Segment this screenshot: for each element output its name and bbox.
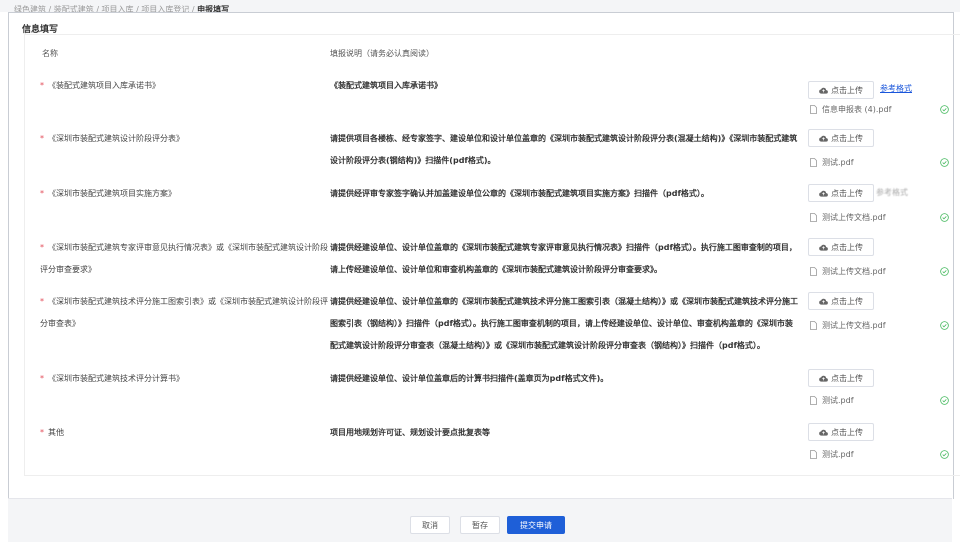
row-description: 项目用地规划许可证、规划设计要点批复表等: [330, 428, 490, 437]
file-name: 测试.pdf: [822, 158, 854, 167]
file-icon: [810, 158, 817, 167]
row-name: * 《深圳市装配式建筑设计阶段评分表》: [40, 128, 330, 150]
upload-button-label: 点击上传: [831, 373, 863, 383]
uploaded-file[interactable]: 测试.pdf: [810, 395, 854, 406]
required-mark: *: [40, 81, 44, 90]
row-name-text: 《深圳市装配式建筑项目实施方案》: [48, 189, 176, 198]
upload-button[interactable]: 点击上传: [808, 423, 874, 441]
cloud-upload-icon: [819, 244, 828, 251]
upload-button[interactable]: 点击上传: [808, 292, 874, 310]
uploaded-file[interactable]: 测试上传文档.pdf: [810, 212, 886, 223]
upload-button-label: 点击上传: [831, 296, 863, 306]
row-name-text: 《装配式建筑项目入库承诺书》: [48, 81, 160, 90]
upload-button[interactable]: 点击上传: [808, 184, 874, 202]
success-check-icon: [940, 396, 949, 405]
upload-button-label: 点击上传: [831, 427, 863, 437]
row-name: * 其他: [40, 422, 330, 444]
uploaded-file[interactable]: 测试上传文档.pdf: [810, 266, 886, 277]
cancel-button[interactable]: 取消: [410, 516, 450, 534]
reference-format-link[interactable]: 参考格式: [880, 83, 912, 94]
row-name-text: 《深圳市装配式建筑设计阶段评分表》: [48, 134, 184, 143]
row-description: 《装配式建筑项目入库承诺书》: [330, 81, 442, 90]
required-mark: *: [40, 297, 44, 306]
submit-application-button[interactable]: 提交申请: [507, 516, 565, 534]
file-icon: [810, 213, 817, 222]
row-description: 请提供经建设单位、设计单位盖章的《深圳市装配式建筑技术评分施工图索引表（混凝土结…: [330, 297, 798, 350]
cloud-upload-icon: [819, 135, 828, 142]
file-icon: [810, 396, 817, 405]
required-mark: *: [40, 428, 44, 437]
required-mark: *: [40, 134, 44, 143]
row-name-text: 《深圳市装配式建筑技术评分施工图索引表》或《深圳市装配式建筑设计阶段评分审查表》: [40, 297, 328, 328]
row-name: * 《深圳市装配式建筑技术评分计算书》: [40, 368, 330, 390]
reference-format-link[interactable]: 参考格式: [876, 187, 908, 198]
file-name: 测试.pdf: [822, 396, 854, 405]
row-name: * 《深圳市装配式建筑专家评审意见执行情况表》或《深圳市装配式建筑设计阶段评分审查…: [40, 237, 330, 281]
success-check-icon: [940, 213, 949, 222]
cloud-upload-icon: [819, 429, 828, 436]
row-name: * 《深圳市装配式建筑项目实施方案》: [40, 183, 330, 205]
success-check-icon: [940, 450, 949, 459]
row-description: 请提供项目各楼栋、经专家签字、建设单位和设计单位盖章的《深圳市装配式建筑设计阶段…: [330, 134, 798, 165]
success-check-icon: [940, 267, 949, 276]
uploaded-file[interactable]: 测试上传文档.pdf: [810, 320, 886, 331]
cloud-upload-icon: [819, 87, 828, 94]
success-check-icon: [940, 105, 949, 114]
uploaded-file[interactable]: 测试.pdf: [810, 449, 854, 460]
upload-button-label: 点击上传: [831, 242, 863, 252]
success-check-icon: [940, 158, 949, 167]
required-mark: *: [40, 189, 44, 198]
required-mark: *: [40, 243, 44, 252]
uploaded-file[interactable]: 测试.pdf: [810, 157, 854, 168]
row-description: 请提供经建设单位、设计单位盖章的《深圳市装配式建筑专家评审意见执行情况表》扫描件…: [330, 243, 797, 274]
column-header-description: 填报说明（请务必认真阅读）: [330, 49, 434, 58]
cloud-upload-icon: [819, 375, 828, 382]
row-name-text: 《深圳市装配式建筑专家评审意见执行情况表》或《深圳市装配式建筑设计阶段评分审查要…: [40, 243, 328, 274]
file-name: 测试上传文档.pdf: [822, 321, 886, 330]
upload-button[interactable]: 点击上传: [808, 369, 874, 387]
cloud-upload-icon: [819, 298, 828, 305]
column-header-name: 名称: [42, 49, 58, 58]
row-name: * 《深圳市装配式建筑技术评分施工图索引表》或《深圳市装配式建筑设计阶段评分审查表…: [40, 291, 330, 335]
cloud-upload-icon: [819, 190, 828, 197]
file-icon: [810, 450, 817, 459]
file-name: 测试上传文档.pdf: [822, 267, 886, 276]
required-mark: *: [40, 374, 44, 383]
row-description: 请提供经建设单位、设计单位盖章后的计算书扫描件(盖章页为pdf格式文件)。: [330, 374, 609, 383]
success-check-icon: [940, 321, 949, 330]
file-name: 测试.pdf: [822, 450, 854, 459]
upload-button[interactable]: 点击上传: [808, 238, 874, 256]
file-icon: [810, 105, 817, 114]
file-name: 信息申报表 (4).pdf: [822, 105, 892, 114]
row-description: 请提供经评审专家签字确认并加盖建设单位公章的《深圳市装配式建筑项目实施方案》扫描…: [330, 189, 709, 198]
file-icon: [810, 321, 817, 330]
uploaded-file[interactable]: 信息申报表 (4).pdf: [810, 104, 891, 115]
row-name-text: 其他: [48, 428, 64, 437]
upload-button-label: 点击上传: [831, 85, 863, 95]
save-draft-button[interactable]: 暂存: [460, 516, 500, 534]
file-icon: [810, 267, 817, 276]
file-name: 测试上传文档.pdf: [822, 213, 886, 222]
upload-button-label: 点击上传: [831, 188, 863, 198]
row-name: * 《装配式建筑项目入库承诺书》: [40, 75, 330, 97]
row-name-text: 《深圳市装配式建筑技术评分计算书》: [48, 374, 184, 383]
upload-button[interactable]: 点击上传: [808, 129, 874, 147]
upload-button-label: 点击上传: [831, 133, 863, 143]
upload-button[interactable]: 点击上传: [808, 81, 874, 99]
